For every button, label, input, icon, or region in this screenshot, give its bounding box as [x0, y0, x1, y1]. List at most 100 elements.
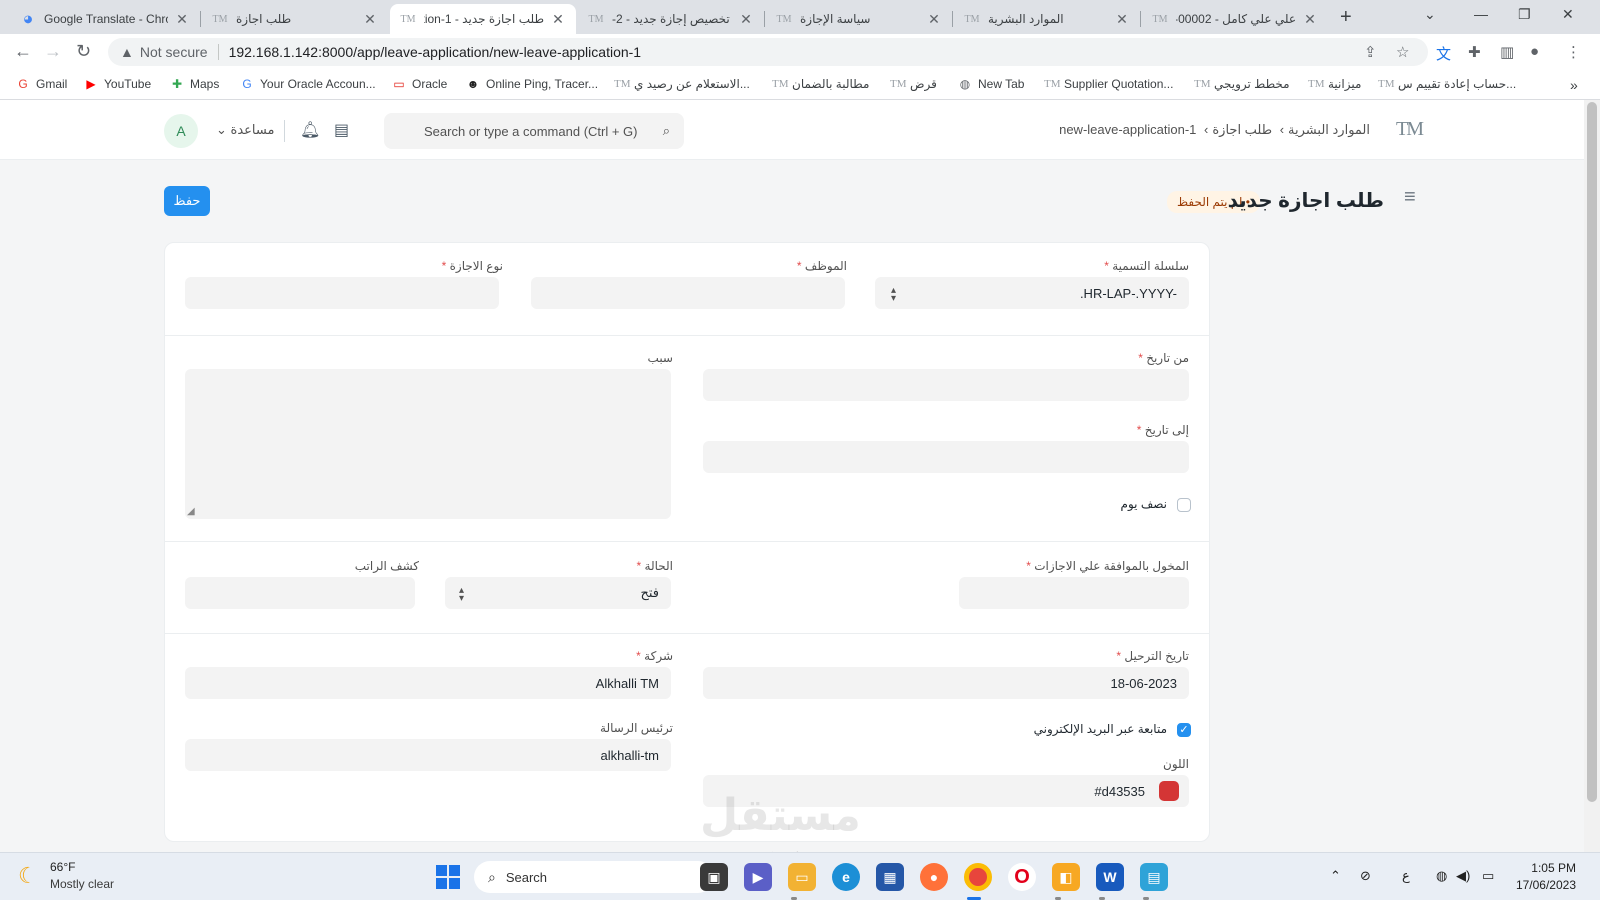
new-tab-icon[interactable]: +	[1340, 6, 1352, 29]
half-day-checkbox[interactable]	[1177, 498, 1191, 512]
follow-via-email-checkbox[interactable]: ✓	[1177, 723, 1191, 737]
warning-icon[interactable]: ▲	[120, 44, 134, 60]
bookmark-maps[interactable]: ✚ Maps	[170, 77, 219, 91]
breadcrumb-item[interactable]: طلب اجازة	[1212, 122, 1272, 137]
chrome-icon[interactable]	[964, 863, 992, 891]
address-bar[interactable]: ▲ Not secure 192.168.1.142:8000/app/leav…	[108, 38, 1428, 66]
to-date-field[interactable]	[703, 441, 1189, 473]
weather-summary[interactable]: Mostly clear	[50, 877, 114, 891]
window-close-icon[interactable]: ✕	[1562, 6, 1574, 23]
close-icon[interactable]: ✕	[738, 11, 754, 28]
store-icon[interactable]: ▦	[876, 863, 904, 891]
file-explorer-icon[interactable]: ▭	[788, 863, 816, 891]
teams-icon[interactable]: ▶	[744, 863, 772, 891]
share-icon[interactable]: ⇪	[1364, 43, 1377, 61]
taskbar-search[interactable]: ⌕ Search	[474, 861, 714, 893]
browser-tab[interactable]: TM سياسة الإجازة ✕	[766, 4, 952, 34]
restore-icon[interactable]: ❐	[1518, 6, 1531, 23]
bookmark-revaluation[interactable]: TM حساب إعادة تقييم س...	[1378, 77, 1516, 91]
extensions-puzzle-icon[interactable]: ✚	[1468, 43, 1481, 61]
reload-icon[interactable]: ↻	[76, 41, 91, 62]
close-icon[interactable]: ✕	[174, 11, 190, 28]
bell-icon[interactable]: 🔔︎	[300, 120, 320, 140]
chevron-up-icon[interactable]: ⌃	[1330, 868, 1341, 884]
battery-icon[interactable]: ▭	[1482, 868, 1494, 884]
from-date-field[interactable]	[703, 369, 1189, 401]
weather-moon-icon[interactable]: ☾	[18, 863, 38, 889]
bookmark-youtube[interactable]: ▶ YouTube	[84, 77, 151, 91]
side-panel-icon[interactable]: ▥	[1500, 43, 1514, 61]
bookmark-promotional-scheme[interactable]: TM مخطط ترويجي	[1194, 77, 1290, 91]
avatar[interactable]: A	[164, 114, 198, 148]
help-dropdown[interactable]: ⌄ مساعدة	[216, 122, 274, 138]
chevron-right-icon[interactable]: »	[1570, 77, 1578, 93]
browser-tab-active[interactable]: TM طلب اجازة جديد - new-leave-applicatio…	[390, 4, 576, 34]
breadcrumb-item[interactable]: new-leave-application-1	[1059, 122, 1196, 137]
search-input[interactable]	[384, 113, 654, 149]
posting-date-field[interactable]: 18-06-2023	[703, 667, 1189, 699]
tab-search-icon[interactable]: ⌄	[1424, 6, 1436, 23]
salary-slip-field[interactable]	[185, 577, 415, 609]
system-clock[interactable]: 1:05 PM 17/06/2023	[1500, 860, 1576, 894]
opera-icon[interactable]: O	[1008, 863, 1036, 891]
chat-icon[interactable]: ▤	[334, 120, 349, 140]
app-icon[interactable]: ▤	[1140, 863, 1168, 891]
firefox-icon[interactable]: ●	[920, 863, 948, 891]
close-icon[interactable]: ✕	[362, 11, 378, 28]
browser-tab[interactable]: TM الموارد البشرية ✕	[954, 4, 1140, 34]
bookmark-oracle[interactable]: ▭ Oracle	[392, 77, 447, 91]
leave-approver-field[interactable]	[959, 577, 1189, 609]
save-button[interactable]: حفظ	[164, 186, 210, 216]
color-swatch[interactable]	[1159, 781, 1179, 801]
remote-desktop-icon[interactable]: ◧	[1052, 863, 1080, 891]
resize-grip-icon[interactable]: ◢	[187, 506, 195, 517]
close-icon[interactable]: ✕	[1302, 11, 1318, 28]
bookmark-online-ping[interactable]: ☻ Online Ping, Tracer...	[466, 77, 598, 91]
naming-series-select[interactable]: .HR-LAP-.YYYY-	[875, 277, 1189, 309]
letter-head-field[interactable]: alkhalli-tm	[185, 739, 671, 771]
close-icon[interactable]: ✕	[550, 11, 566, 28]
browser-tab[interactable]: TM تخصيص إجازة جديد - 2- ✕	[578, 4, 764, 34]
bookmark-balance-inquiry[interactable]: TM الاستعلام عن رصيد ي...	[614, 77, 750, 91]
browser-tab[interactable]: TM علي علي كامل - 00002- ✕	[1142, 4, 1328, 34]
bookmark-oracle-account[interactable]: G Your Oracle Accoun...	[240, 77, 375, 91]
company-field[interactable]: Alkhalli TM	[185, 667, 671, 699]
profile-icon[interactable]: ●	[1530, 43, 1539, 60]
minimize-icon[interactable]: —	[1474, 6, 1488, 22]
bookmark-new-tab[interactable]: ◍ New Tab	[958, 77, 1025, 91]
bookmark-gmail[interactable]: G Gmail	[16, 77, 67, 91]
task-view-icon[interactable]: ▣	[700, 863, 728, 891]
sidebar-toggle-icon[interactable]: ≡	[1404, 186, 1416, 209]
scrollbar-thumb[interactable]	[1587, 102, 1597, 802]
translate-extension-icon[interactable]: 文	[1436, 43, 1451, 64]
close-icon[interactable]: ✕	[1114, 11, 1130, 28]
browser-tab[interactable]: ◕ Google Translate - Chrome ✕	[10, 4, 200, 34]
forward-icon[interactable]: →	[44, 41, 62, 62]
browser-tab[interactable]: TM طلب اجازة ✕	[202, 4, 388, 34]
star-icon[interactable]: ☆	[1396, 43, 1409, 61]
input-language[interactable]: ع	[1402, 868, 1410, 884]
close-icon[interactable]: ✕	[926, 11, 942, 28]
reason-textarea[interactable]: ◢	[185, 369, 671, 519]
leave-type-field[interactable]	[185, 277, 499, 309]
globe-icon[interactable]: ◍	[1436, 868, 1447, 884]
back-icon[interactable]: ←	[14, 41, 32, 62]
bookmark-supplier-quotation[interactable]: TM Supplier Quotation...	[1044, 77, 1173, 91]
url-text[interactable]: 192.168.1.142:8000/app/leave-application…	[229, 44, 642, 60]
letter-head-label: ترئيس الرسالة	[600, 721, 673, 735]
edge-icon[interactable]: e	[832, 863, 860, 891]
not-secure-label[interactable]: Not secure	[140, 44, 208, 60]
bookmark-warranty-claim[interactable]: TM مطالبة بالضمان	[772, 77, 869, 91]
kebab-menu-icon[interactable]: ⋮	[1566, 43, 1581, 61]
breadcrumb-item[interactable]: الموارد البشرية	[1288, 122, 1370, 137]
windows-start-icon[interactable]	[436, 865, 460, 889]
word-icon[interactable]: W	[1096, 863, 1124, 891]
speaker-icon[interactable]: ◀)	[1456, 868, 1470, 884]
network-off-icon[interactable]: ⊘	[1360, 868, 1371, 884]
app-logo[interactable]: TM	[1396, 118, 1424, 141]
employee-field[interactable]	[531, 277, 845, 309]
weather-temp[interactable]: 66°F	[50, 860, 75, 874]
bookmark-loan[interactable]: TM قرض	[890, 77, 937, 91]
bookmark-budget[interactable]: TM ميزانية	[1308, 77, 1361, 91]
status-select[interactable]: فتح	[445, 577, 671, 609]
